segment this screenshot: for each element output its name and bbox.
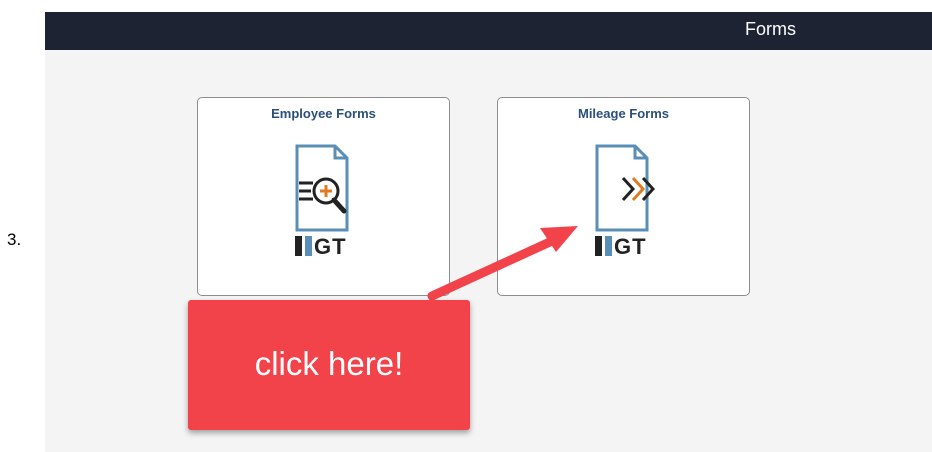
tile-title: Mileage Forms <box>577 106 670 121</box>
page-title: Forms <box>745 19 796 39</box>
tile-title: Employee Forms <box>271 106 376 121</box>
callout-text: click here! <box>254 345 404 382</box>
gt-logo-text: GT <box>314 234 347 259</box>
gt-logo-text: GT <box>614 234 647 259</box>
callout-box: click here! <box>188 300 470 430</box>
tile-mileage-forms[interactable]: Mileage Forms GT <box>497 97 750 296</box>
step-number: 3. <box>7 230 22 249</box>
header-bar: Forms <box>45 12 932 50</box>
tile-employee-forms[interactable]: Employee Forms GT <box>197 97 450 296</box>
app-frame: Forms Employee Forms GT Mileage Forms GT <box>45 12 932 452</box>
